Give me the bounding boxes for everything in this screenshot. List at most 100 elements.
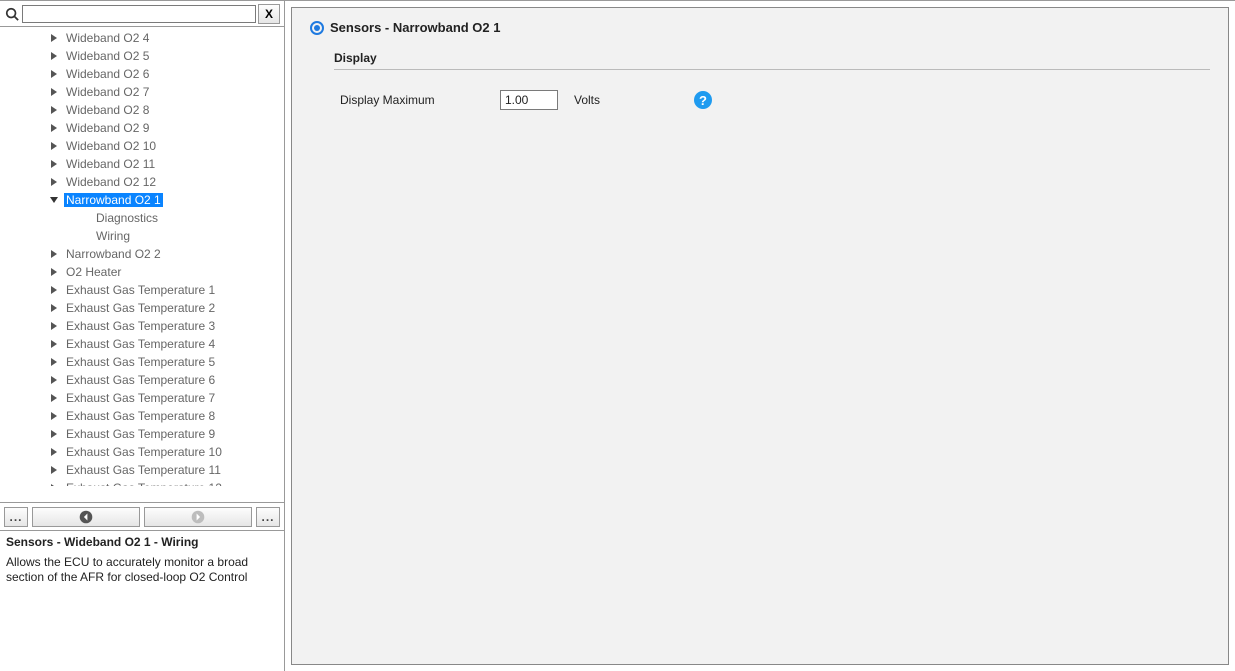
tree-item[interactable]: Narrowband O2 2 [0, 245, 284, 263]
tree-item[interactable]: Wideband O2 10 [0, 137, 284, 155]
chevron-right-icon[interactable] [48, 86, 60, 98]
tree-item[interactable]: Wideband O2 12 [0, 173, 284, 191]
tree-item-label: Diagnostics [94, 211, 160, 225]
content-panel: Sensors - Narrowband O2 1 Display Displa… [285, 1, 1235, 671]
field-row-display-maximum: Display Maximum Volts ? [340, 90, 1210, 110]
chevron-right-icon[interactable] [48, 68, 60, 80]
tree-item-label: Wideband O2 9 [64, 121, 151, 135]
tree-item[interactable]: Exhaust Gas Temperature 12 [0, 479, 284, 486]
tree-item-label: Exhaust Gas Temperature 8 [64, 409, 217, 423]
tree-item-label: Exhaust Gas Temperature 5 [64, 355, 217, 369]
chevron-right-icon[interactable] [48, 140, 60, 152]
chevron-down-icon[interactable] [48, 194, 60, 206]
chevron-right-icon[interactable] [48, 338, 60, 350]
tree-item-label: Wideband O2 4 [64, 31, 151, 45]
tree-item[interactable]: Wideband O2 7 [0, 83, 284, 101]
tree-child-item[interactable]: Wiring [0, 227, 284, 245]
tree-item-label: Exhaust Gas Temperature 9 [64, 427, 217, 441]
chevron-right-icon[interactable] [48, 446, 60, 458]
tree-item-label: Wideband O2 12 [64, 175, 158, 189]
tree-item-label: Exhaust Gas Temperature 10 [64, 445, 224, 459]
tree-item[interactable]: Wideband O2 8 [0, 101, 284, 119]
tree-item-label: Exhaust Gas Temperature 4 [64, 337, 217, 351]
tree-item-label: Exhaust Gas Temperature 7 [64, 391, 217, 405]
tree-item[interactable]: Exhaust Gas Temperature 5 [0, 353, 284, 371]
search-bar: X [0, 1, 284, 27]
left-panel: X Wideband O2 4Wideband O2 5Wideband O2 … [0, 1, 285, 671]
help-title: Sensors - Wideband O2 1 - Wiring [6, 535, 278, 549]
help-icon[interactable]: ? [694, 91, 712, 109]
chevron-right-icon[interactable] [48, 122, 60, 134]
help-body: Allows the ECU to accurately monitor a b… [6, 555, 278, 585]
tree-item[interactable]: Exhaust Gas Temperature 2 [0, 299, 284, 317]
chevron-right-icon[interactable] [48, 50, 60, 62]
tree-item[interactable]: Exhaust Gas Temperature 1 [0, 281, 284, 299]
chevron-right-icon[interactable] [48, 158, 60, 170]
nav-back-button[interactable] [32, 507, 140, 527]
tree-item-label: Wideband O2 8 [64, 103, 151, 117]
tree-item-label: Narrowband O2 2 [64, 247, 163, 261]
tree-item[interactable]: O2 Heater [0, 263, 284, 281]
chevron-right-icon[interactable] [48, 392, 60, 404]
chevron-right-icon[interactable] [48, 104, 60, 116]
tree-view: Wideband O2 4 Wideband O2 5 Wideband O2 6 W… [0, 27, 284, 503]
target-icon [310, 21, 324, 35]
tree-item-label: Exhaust Gas Temperature 1 [64, 283, 217, 297]
tree-item-label: Narrowband O2 1 [64, 193, 163, 207]
tree-item-label: Wideband O2 10 [64, 139, 158, 153]
tree-item[interactable]: Exhaust Gas Temperature 3 [0, 317, 284, 335]
display-group: Display Display Maximum Volts ? [334, 51, 1210, 110]
chevron-right-icon[interactable] [48, 374, 60, 386]
chevron-right-icon[interactable] [48, 428, 60, 440]
help-pane: Sensors - Wideband O2 1 - Wiring Allows … [0, 531, 284, 671]
tree-scroll[interactable]: Wideband O2 4 Wideband O2 5 Wideband O2 6 W… [0, 27, 284, 486]
tree-item-label: Wiring [94, 229, 132, 243]
chevron-right-icon[interactable] [48, 302, 60, 314]
tree-item-label: Wideband O2 11 [64, 157, 157, 171]
chevron-right-icon[interactable] [48, 284, 60, 296]
field-label: Display Maximum [340, 93, 500, 107]
tree-item-label: Wideband O2 5 [64, 49, 151, 63]
history-nav: ... ... [0, 503, 284, 531]
chevron-right-icon[interactable] [48, 410, 60, 422]
tree-item-label: Wideband O2 6 [64, 67, 151, 81]
tree-item[interactable]: Narrowband O2 1 [0, 191, 284, 209]
tree-horizontal-scrollbar[interactable] [0, 486, 284, 502]
group-header-display: Display [334, 51, 1210, 70]
tree-item-label: Exhaust Gas Temperature 11 [64, 463, 223, 477]
chevron-right-icon[interactable] [48, 248, 60, 260]
tree-item[interactable]: Exhaust Gas Temperature 6 [0, 371, 284, 389]
tree-item[interactable]: Exhaust Gas Temperature 8 [0, 407, 284, 425]
search-icon [4, 6, 20, 22]
page-title-row: Sensors - Narrowband O2 1 [310, 20, 1210, 35]
nav-forward-button[interactable] [144, 507, 252, 527]
app-root: X Wideband O2 4Wideband O2 5Wideband O2 … [0, 0, 1235, 671]
chevron-right-icon[interactable] [48, 320, 60, 332]
content-inner: Sensors - Narrowband O2 1 Display Displa… [291, 7, 1229, 665]
chevron-right-icon[interactable] [48, 32, 60, 44]
tree-item[interactable]: Wideband O2 9 [0, 119, 284, 137]
tree-item-label: O2 Heater [64, 265, 123, 279]
chevron-right-icon[interactable] [48, 176, 60, 188]
search-clear-button[interactable]: X [258, 4, 280, 24]
nav-more-back-button[interactable]: ... [4, 507, 28, 527]
tree-child-item[interactable]: Diagnostics [0, 209, 284, 227]
tree-item[interactable]: Exhaust Gas Temperature 11 [0, 461, 284, 479]
display-maximum-input[interactable] [500, 90, 558, 110]
tree-item[interactable]: Wideband O2 6 [0, 65, 284, 83]
search-input[interactable] [22, 5, 256, 23]
tree-item-label: Exhaust Gas Temperature 2 [64, 301, 217, 315]
chevron-right-icon[interactable] [48, 464, 60, 476]
page-title: Sensors - Narrowband O2 1 [330, 20, 501, 35]
tree-item[interactable]: Exhaust Gas Temperature 4 [0, 335, 284, 353]
chevron-right-icon[interactable] [48, 266, 60, 278]
tree-item[interactable]: Exhaust Gas Temperature 7 [0, 389, 284, 407]
field-unit: Volts [574, 93, 674, 107]
tree-item[interactable]: Exhaust Gas Temperature 9 [0, 425, 284, 443]
chevron-right-icon[interactable] [48, 356, 60, 368]
tree-item[interactable]: Wideband O2 5 [0, 47, 284, 65]
tree-item[interactable]: Wideband O2 11 [0, 155, 284, 173]
tree-item[interactable]: Wideband O2 4 [0, 29, 284, 47]
tree-item[interactable]: Exhaust Gas Temperature 10 [0, 443, 284, 461]
nav-more-forward-button[interactable]: ... [256, 507, 280, 527]
